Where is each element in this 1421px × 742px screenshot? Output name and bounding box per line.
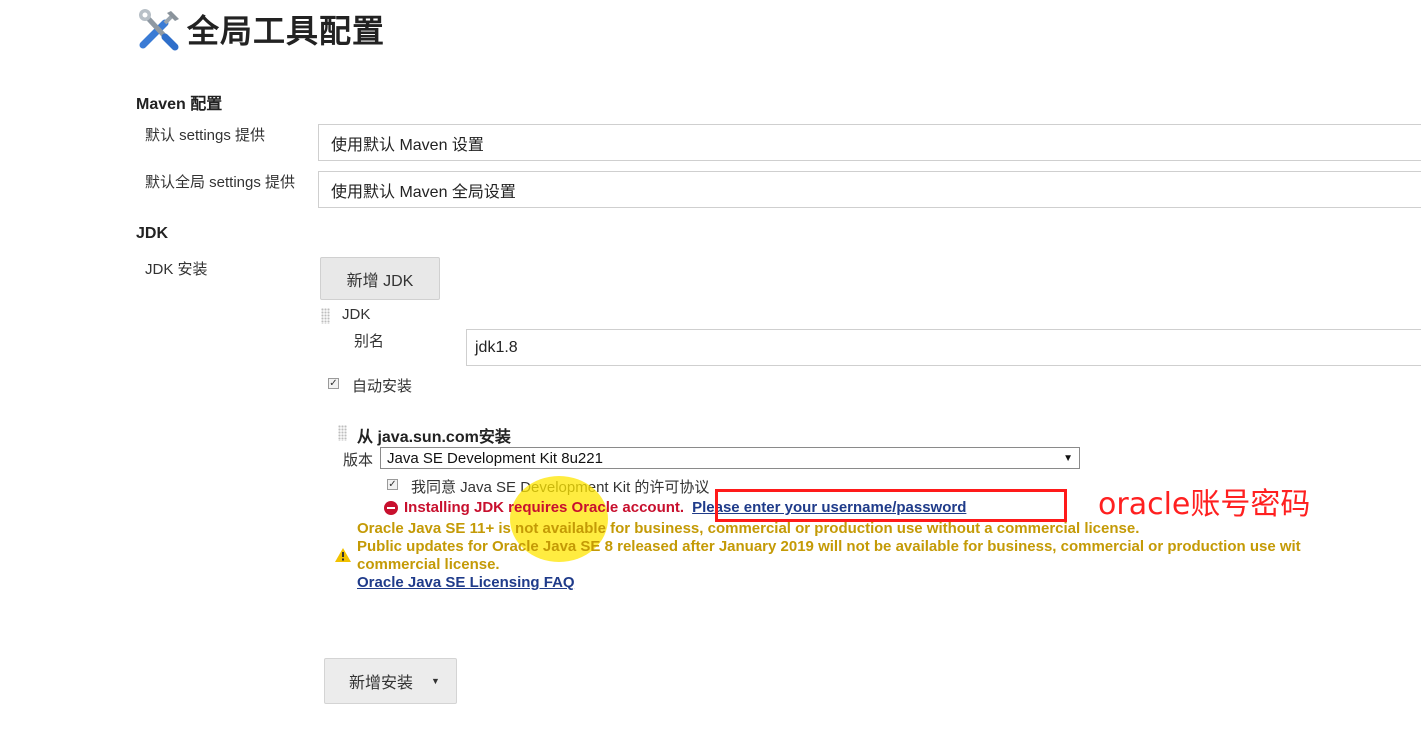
annotation-text: oracle账号密码	[1098, 487, 1311, 522]
tools-icon	[139, 9, 179, 51]
warning-line-1: Oracle Java SE 11+ is not available for …	[357, 520, 1140, 537]
auto-install-label: 自动安装	[352, 378, 413, 395]
maven-global-settings-label: 默认全局 settings 提供	[145, 174, 296, 191]
jdk-drag-handle[interactable]	[321, 308, 330, 324]
jdk-alias-value: jdk1.8	[475, 338, 518, 356]
licensing-faq-link[interactable]: Oracle Java SE Licensing FAQ	[357, 574, 575, 591]
jdk-section-header: JDK	[136, 225, 169, 242]
oracle-account-error-text: Installing JDK requires Oracle account.	[404, 499, 685, 516]
caret-down-icon[interactable]: ▼	[431, 676, 440, 686]
jdk-install-label: JDK 安装	[145, 261, 208, 278]
maven-section-header: Maven 配置	[136, 96, 223, 113]
maven-global-settings-value: 使用默认 Maven 全局设置	[331, 183, 516, 201]
installer-drag-handle[interactable]	[338, 425, 347, 441]
auto-install-checkbox[interactable]: ✓	[328, 378, 339, 389]
warning-icon	[335, 548, 351, 566]
add-jdk-button[interactable]: 新增 JDK	[320, 257, 440, 300]
page-title-text: 全局工具配置	[187, 12, 386, 50]
page-title: 全局工具配置	[135, 4, 385, 54]
maven-settings-select[interactable]: 使用默认 Maven 设置	[318, 124, 1421, 161]
version-label: 版本	[343, 452, 374, 469]
jdk-version-select[interactable]: Java SE Development Kit 8u221 ▼	[380, 447, 1080, 469]
jdk-alias-input[interactable]: jdk1.8	[466, 329, 1421, 366]
error-icon	[384, 500, 398, 515]
add-install-button[interactable]: 新增安装 ▼	[324, 658, 457, 704]
maven-settings-label: 默认 settings 提供	[145, 127, 266, 144]
installer-title: 从 java.sun.com安装	[357, 429, 511, 446]
warning-line-3: commercial license.	[357, 556, 500, 573]
jdk-version-value: Java SE Development Kit 8u221	[387, 449, 603, 467]
jdk-item-title: JDK	[342, 306, 371, 323]
warning-line-2: Public updates for Oracle Java SE 8 rele…	[357, 538, 1301, 555]
jdk-alias-label: 别名	[354, 333, 385, 350]
maven-global-settings-select[interactable]: 使用默认 Maven 全局设置	[318, 171, 1421, 208]
dropdown-arrow-icon: ▼	[1063, 452, 1073, 464]
maven-settings-value: 使用默认 Maven 设置	[331, 136, 484, 154]
credentials-highlight-box	[715, 489, 1067, 522]
add-install-label: 新增安装	[349, 675, 414, 692]
license-checkbox[interactable]: ✓	[387, 479, 398, 490]
